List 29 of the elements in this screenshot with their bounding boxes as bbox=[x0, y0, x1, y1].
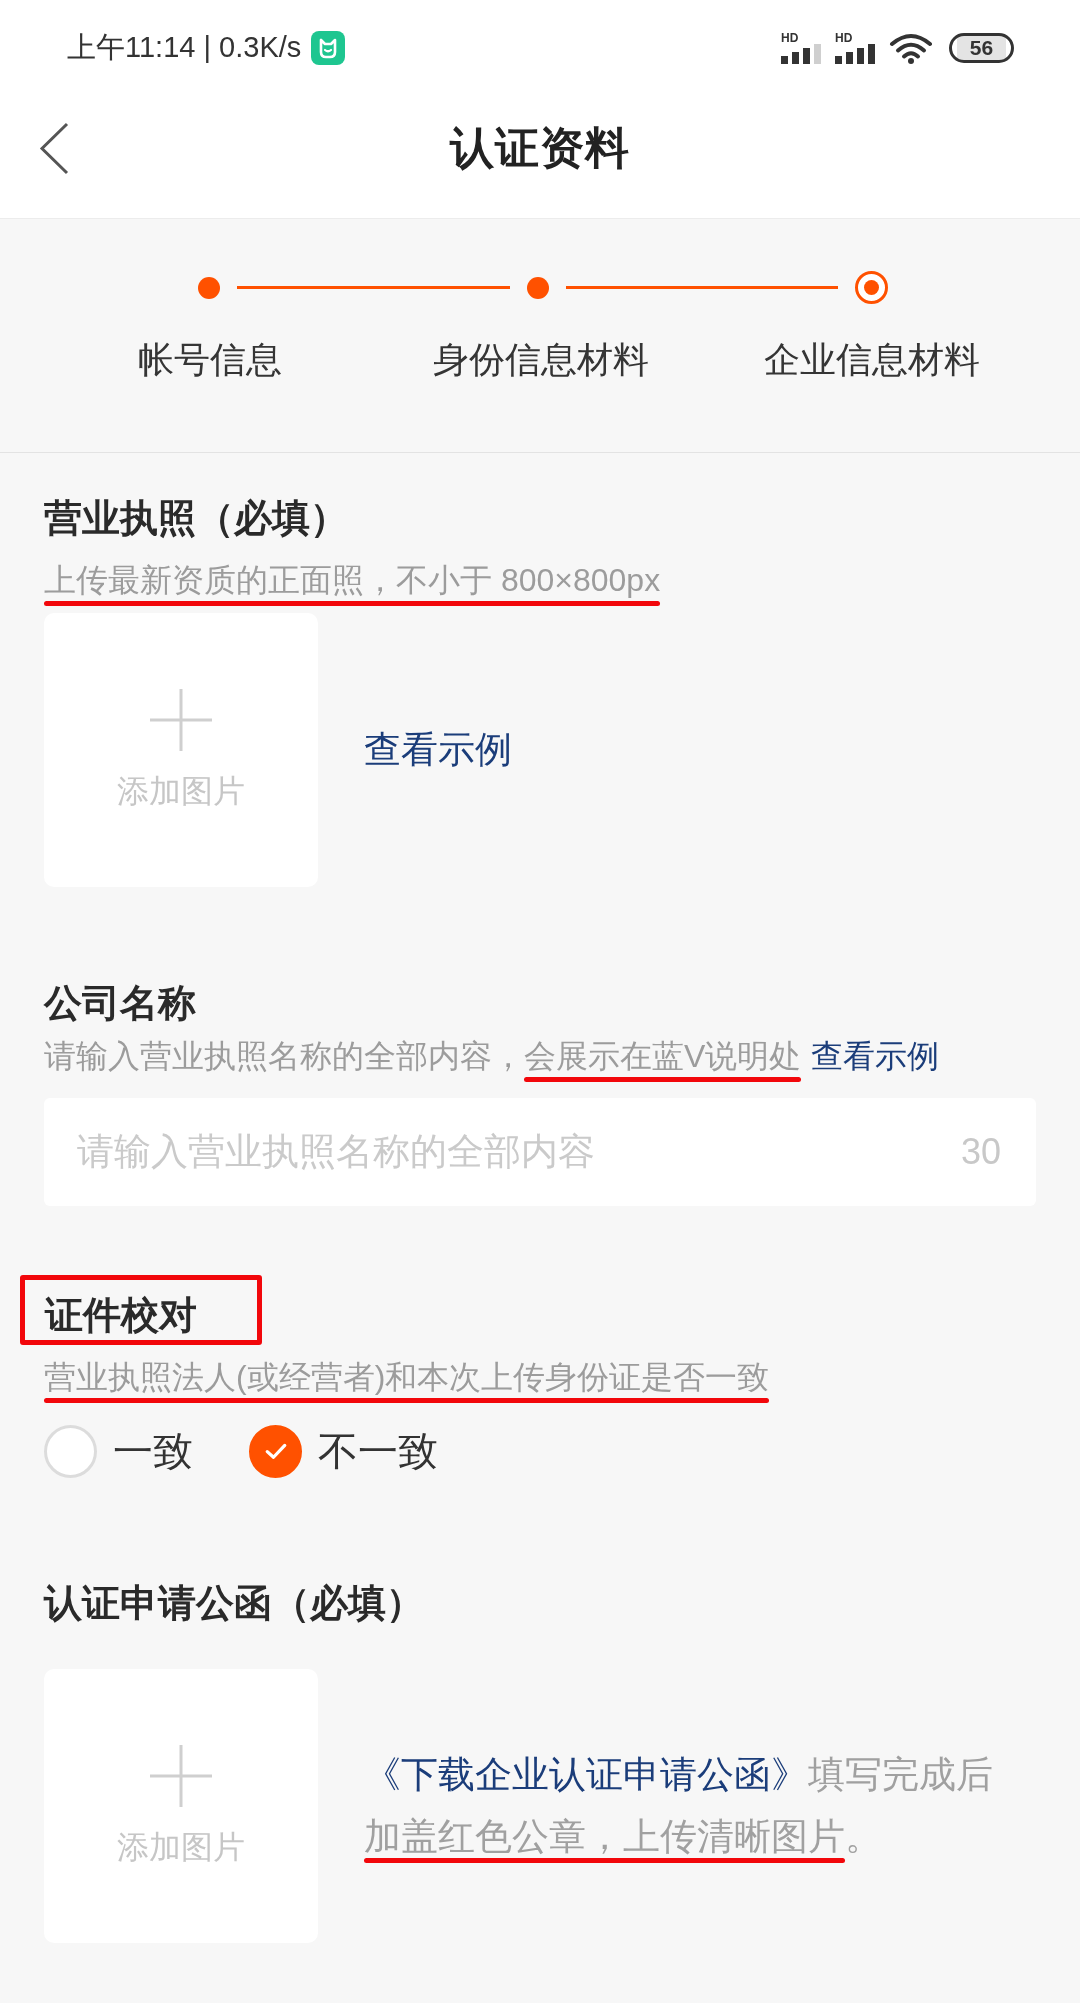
section-title: 营业执照（必填） bbox=[44, 496, 349, 541]
network-type-label: HD bbox=[781, 32, 799, 44]
section-title: 证件校对 bbox=[45, 1293, 197, 1338]
text-link[interactable]: 《下载企业认证申请公函》 bbox=[364, 1754, 808, 1795]
radio-option[interactable]: 一致 bbox=[44, 1423, 193, 1479]
instruction-text: 《下载企业认证申请公函》填写完成后 加盖红色公章，上传清晰图片。 bbox=[364, 1744, 1024, 1868]
step-label: 帐号信息 bbox=[137, 338, 282, 382]
radio-option[interactable]: 不一致 bbox=[249, 1423, 438, 1479]
wifi-icon bbox=[889, 32, 933, 64]
hint-text: 上传最新资质的正面照，不小于 800×800px bbox=[44, 558, 1036, 602]
step-label: 身份信息材料 bbox=[432, 338, 649, 382]
section-title: 认证申请公函（必填） bbox=[44, 1581, 425, 1626]
network-type-label: HD bbox=[835, 32, 853, 44]
section-title: 公司名称 bbox=[44, 981, 197, 1026]
text-link[interactable]: 查看示例 bbox=[811, 1038, 940, 1074]
text-link[interactable]: 查看示例 bbox=[364, 729, 512, 770]
hint-text: 营业执照法人(或经营者)和本次上传身份证是否一致 bbox=[44, 1355, 1036, 1399]
step-label: 企业信息材料 bbox=[763, 338, 980, 382]
signal-icon bbox=[835, 44, 877, 64]
back-button[interactable] bbox=[39, 121, 69, 175]
status-time: 上午11:14 | 0.3K/s bbox=[67, 30, 302, 65]
plus-icon bbox=[150, 689, 212, 751]
battery-percent: 56 bbox=[969, 37, 994, 59]
app-icon bbox=[311, 31, 346, 65]
hint-text: 请输入营业执照名称的全部内容，会展示在蓝V说明处 查看示例 bbox=[44, 1034, 1036, 1078]
signal-icon bbox=[781, 44, 823, 64]
chevron-left-icon bbox=[39, 121, 69, 175]
page-title: 认证资料 bbox=[450, 121, 630, 174]
plus-icon bbox=[150, 1745, 212, 1807]
